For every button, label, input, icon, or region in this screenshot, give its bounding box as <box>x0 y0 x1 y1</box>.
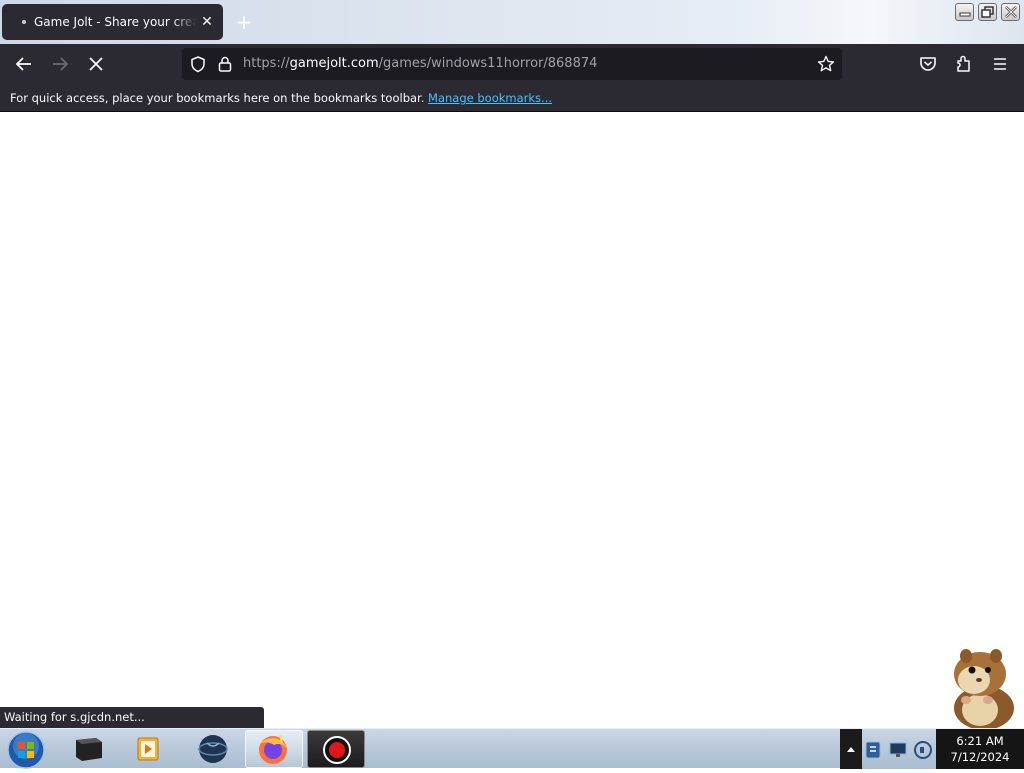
taskbar-recorder[interactable] <box>307 730 365 768</box>
arrow-right-icon <box>53 57 69 71</box>
plus-icon: + <box>235 10 253 34</box>
taskbar-media-player[interactable] <box>120 730 178 768</box>
window-close-button[interactable] <box>1001 3 1020 21</box>
shield-icon[interactable] <box>189 55 207 73</box>
record-icon <box>323 736 351 764</box>
minimize-button[interactable] <box>955 3 974 21</box>
stop-loading-icon <box>89 57 103 71</box>
bookmarks-toolbar: For quick access, place your bookmarks h… <box>0 84 1024 112</box>
page-content[interactable] <box>0 113 1024 728</box>
network-icon[interactable] <box>888 739 910 761</box>
extensions-button[interactable] <box>952 52 976 76</box>
tab-loading-dot-icon <box>22 20 26 24</box>
tab-close-icon[interactable]: ✕ <box>197 14 217 30</box>
new-tab-button[interactable]: + <box>232 10 256 34</box>
app-globe-icon <box>198 735 228 763</box>
menu-icon <box>994 58 1006 70</box>
chevron-up-icon <box>847 747 855 752</box>
arrow-left-icon <box>15 57 31 71</box>
tray-app-icon[interactable] <box>862 739 884 761</box>
status-bar: Waiting for s.gjcdn.net... <box>0 707 264 728</box>
restore-button[interactable] <box>978 3 997 21</box>
tab-title: Game Jolt - Share your creations <box>34 15 197 29</box>
clock-time: 6:21 AM <box>956 734 1004 748</box>
lock-icon[interactable] <box>217 55 233 73</box>
navigation-toolbar: https://gamejolt.com/games/windows11horr… <box>0 44 1024 84</box>
restore-icon <box>981 6 994 18</box>
url-path: /games/windows11horror/868874 <box>378 56 598 71</box>
terminal-icon <box>76 738 102 761</box>
hamster-mascot-icon[interactable] <box>930 640 1024 730</box>
taskbar-app-globe[interactable] <box>184 730 242 768</box>
tab-strip: Game Jolt - Share your creations ✕ + <box>0 0 1024 44</box>
bookmarks-message: For quick access, place your bookmarks h… <box>10 91 425 105</box>
back-button[interactable] <box>12 52 36 76</box>
url-bar[interactable]: https://gamejolt.com/games/windows11horr… <box>182 48 842 80</box>
url-text[interactable]: https://gamejolt.com/games/windows11horr… <box>243 48 597 80</box>
url-prefix: https:// <box>243 56 290 71</box>
firefox-icon <box>259 734 287 764</box>
manage-bookmarks-link[interactable]: Manage bookmarks... <box>428 91 552 105</box>
taskbar-clock[interactable]: 6:21 AM 7/12/2024 <box>936 729 1024 769</box>
url-host: gamejolt.com <box>289 56 379 71</box>
stop-loading-button[interactable] <box>84 52 108 76</box>
forward-button[interactable] <box>48 52 72 76</box>
tray-icons <box>862 729 942 769</box>
pocket-icon <box>920 57 936 71</box>
close-icon <box>1005 6 1017 18</box>
minimize-icon <box>959 12 971 17</box>
taskbar-firefox[interactable] <box>245 730 303 768</box>
volume-icon[interactable] <box>912 739 934 761</box>
system-tray: 6:21 AM 7/12/2024 <box>840 729 1024 769</box>
tray-overflow-button[interactable] <box>840 729 862 769</box>
taskbar: 6:21 AM 7/12/2024 <box>0 728 1024 769</box>
taskbar-terminal[interactable] <box>60 730 118 768</box>
browser-tab[interactable]: Game Jolt - Share your creations ✕ <box>2 4 223 40</box>
pocket-button[interactable] <box>916 52 940 76</box>
media-player-icon <box>137 737 159 761</box>
app-menu-button[interactable] <box>988 52 1012 76</box>
star-icon[interactable] <box>817 55 835 73</box>
start-orb-icon[interactable] <box>4 731 48 769</box>
clock-date: 7/12/2024 <box>950 750 1010 764</box>
extensions-icon <box>957 55 970 72</box>
